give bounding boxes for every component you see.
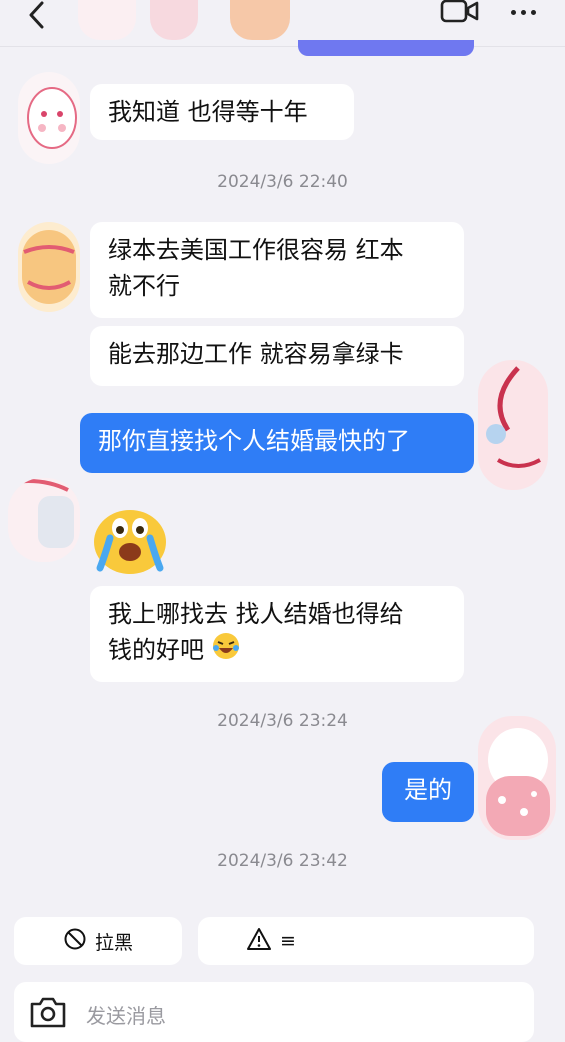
message-text: 我知道 也得等十年 — [108, 98, 308, 126]
partial-bubble-top — [298, 40, 474, 56]
block-button[interactable]: 拉黑 — [14, 917, 182, 965]
avatar[interactable] — [18, 72, 80, 164]
report-label: ≡ — [280, 930, 296, 952]
warning-icon — [246, 927, 272, 956]
avatar[interactable] — [478, 716, 556, 840]
message-text-line: 钱的好吧 — [108, 636, 204, 664]
header-avatar — [150, 0, 198, 40]
header-avatar — [230, 0, 290, 40]
more-dots-icon[interactable] — [505, 2, 541, 22]
message-placeholder: 发送消息 — [86, 1004, 166, 1028]
message-bubble-outgoing[interactable]: 那你直接找个人结婚最快的了 — [80, 413, 474, 473]
block-label: 拉黑 — [94, 931, 133, 954]
header-avatar — [78, 0, 136, 40]
message-bubble[interactable]: 能去那边工作 就容易拿绿卡 — [90, 326, 464, 386]
block-icon — [63, 927, 87, 956]
message-bubble[interactable]: 我上哪找去 找人结婚也得给 钱的好吧 — [90, 586, 464, 682]
timestamp: 2024/3/6 22:40 — [217, 172, 348, 192]
chevron-left-icon[interactable] — [22, 0, 52, 30]
message-text: 是的 — [404, 776, 452, 804]
laughing-crying-emoji — [212, 632, 240, 670]
message-text-line: 我上哪找去 找人结婚也得给 — [108, 600, 404, 628]
video-icon[interactable] — [440, 0, 480, 24]
message-text-line: 绿本去美国工作很容易 红本 — [108, 236, 404, 264]
timestamp: 2024/3/6 23:24 — [217, 711, 348, 731]
avatar[interactable] — [18, 222, 80, 312]
message-bubble[interactable]: 我知道 也得等十年 — [90, 84, 354, 140]
timestamp: 2024/3/6 23:42 — [217, 851, 348, 871]
avatar[interactable] — [8, 478, 80, 562]
avatar[interactable] — [478, 360, 548, 490]
message-bubble[interactable]: 绿本去美国工作很容易 红本 就不行 — [90, 222, 464, 318]
report-button[interactable]: ≡ — [198, 917, 534, 965]
crying-face-emoji — [92, 506, 168, 576]
message-bubble-outgoing[interactable]: 是的 — [382, 762, 474, 822]
camera-icon[interactable] — [28, 996, 68, 1032]
message-text-line: 就不行 — [108, 272, 180, 300]
message-text: 那你直接找个人结婚最快的了 — [98, 427, 410, 455]
message-text: 能去那边工作 就容易拿绿卡 — [108, 340, 404, 368]
